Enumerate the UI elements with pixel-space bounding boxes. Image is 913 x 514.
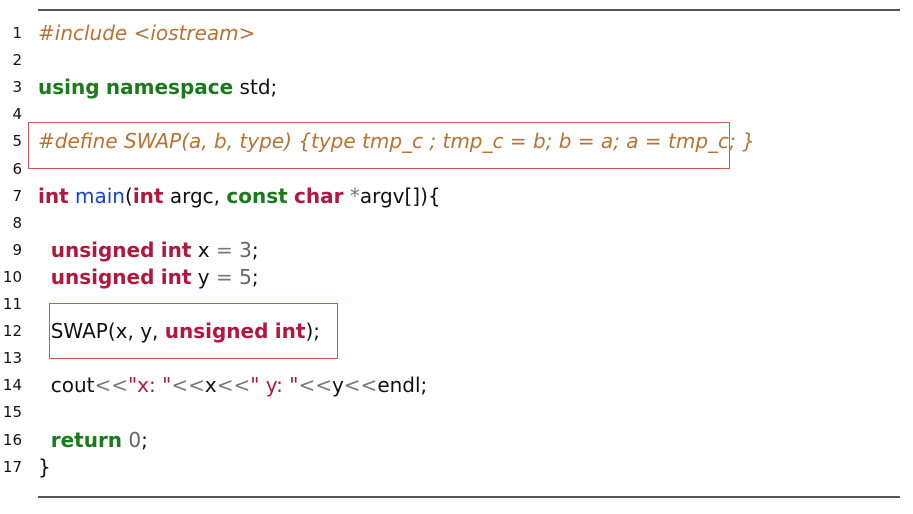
code-token: argc, [163,183,227,208]
define-highlight-box [28,122,730,169]
line-number: 15 [2,403,22,422]
code-text: unsigned int x = 3; [38,237,259,264]
code-token: int [160,264,192,289]
code-token: #include <iostream> [38,21,256,45]
code-token: char [294,183,344,208]
code-text: } [38,454,51,481]
code-token: using [38,75,100,100]
code-line: 3 using namespace std; [0,74,913,101]
code-token: y [191,264,216,289]
code-line: 17} [0,454,913,481]
code-token: = [215,237,233,262]
code-token: " y: " [250,373,299,398]
code-line: 14 cout<<"x: "<<x<<" y: "<<y<<endl; [0,372,913,399]
line-number: 17 [2,457,22,476]
code-token: << [171,373,205,398]
code-token: 0 [128,427,142,452]
code-line: 15 [0,399,913,426]
code-token: int [132,183,164,208]
code-line: 2 [0,47,913,74]
code-text: #include <iostream> [38,20,255,47]
code-token: = [215,264,233,289]
code-line: 10 unsigned int y = 5; [0,264,913,291]
code-token: ; [251,264,259,289]
code-line: 1 #include <iostream> [0,20,913,47]
code-token: 5 [239,264,252,289]
code-token: "x: " [127,373,172,398]
code-token: namespace [105,75,234,100]
code-token: } [38,454,51,479]
code-token: int [160,237,192,262]
code-line: 9 unsigned int x = 3; [0,237,913,264]
code-token: << [343,373,378,398]
code-token: << [298,373,332,398]
code-token: << [216,373,251,398]
code-token: std; [233,75,278,100]
line-number: 3 [12,78,22,97]
code-token: unsigned [50,237,155,262]
code-line: 16 return 0; [0,427,913,454]
code-token: ( [125,183,133,208]
code-token: ; [141,427,148,452]
code-text: int main(int argc, const char *argv[]){ [38,183,441,210]
code-token: const [226,183,288,208]
top-rule [38,9,900,11]
code-token: * [349,183,360,208]
code-token: y [331,373,344,398]
bottom-rule [38,496,900,498]
line-number: 4 [12,105,22,124]
code-line: 7 int main(int argc, const char *argv[]){ [0,183,913,210]
code-text: return 0; [38,427,148,454]
code-text: cout<<"x: "<<x<<" y: "<<y<<endl; [38,372,428,399]
code-line: 8 [0,210,913,237]
code-token: return [50,427,123,452]
line-number: 13 [2,349,22,368]
code-text: using namespace std; [38,74,277,101]
code-token: unsigned [50,264,155,289]
code-token: ; [251,237,259,262]
line-number: 9 [12,240,22,259]
line-number: 16 [2,430,22,449]
swap-call-highlight-box [49,303,338,359]
line-number: 10 [2,267,22,286]
code-token: main [75,183,125,208]
code-token: int [38,183,69,208]
code-token: x [204,373,217,398]
line-number: 2 [12,51,22,70]
code-token: 3 [239,237,252,262]
line-number: 5 [12,132,22,151]
line-number: 14 [2,376,22,395]
code-token: x [191,237,216,262]
code-text: unsigned int y = 5; [38,264,259,291]
code-token: argv[]){ [359,183,441,208]
code-token: endl; [377,373,428,398]
line-number: 7 [12,186,22,205]
code-token: << [94,373,128,398]
line-number: 11 [2,295,22,313]
line-number: 1 [12,24,22,42]
code-token: cout [38,373,95,398]
line-number: 8 [12,213,22,232]
line-number: 6 [12,159,22,178]
line-number: 12 [2,322,22,341]
